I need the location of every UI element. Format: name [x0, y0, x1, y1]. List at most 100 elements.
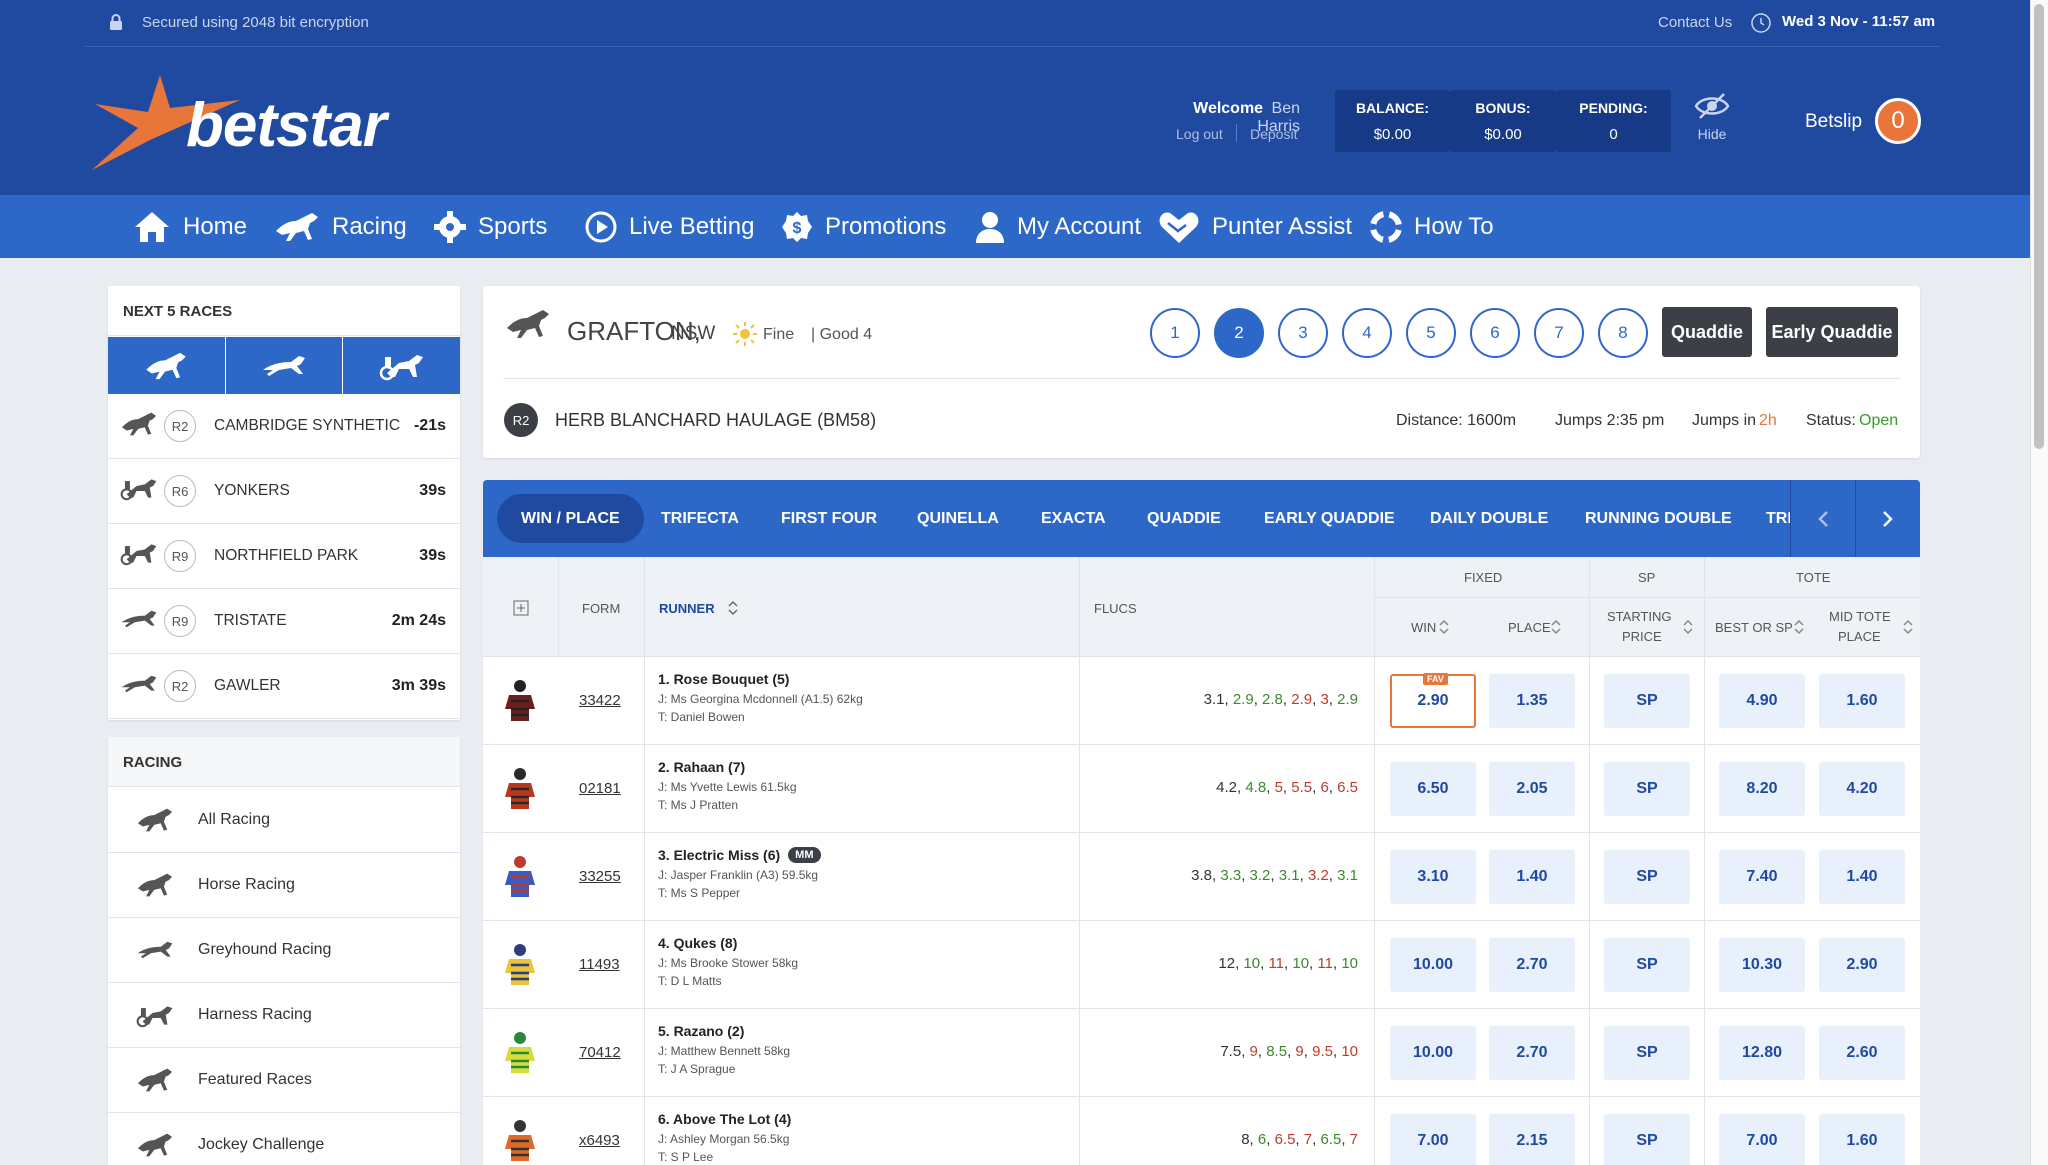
bet-tab[interactable]: WIN / PLACE [497, 494, 644, 543]
fixed-place-odds-button[interactable]: 1.35 [1489, 674, 1575, 728]
betstar-logo[interactable]: betstar [90, 70, 420, 175]
filter-harness[interactable] [343, 337, 460, 394]
balance-box[interactable]: BALANCE: $0.00 [1335, 90, 1450, 152]
deposit-link[interactable]: Deposit [1250, 126, 1297, 142]
tote-best-or-sp-button[interactable]: 10.30 [1719, 938, 1805, 992]
expand-all-icon[interactable] [513, 600, 529, 616]
race-number-button[interactable]: 4 [1342, 308, 1392, 358]
sort-icon[interactable] [728, 600, 738, 616]
bet-tab[interactable]: TRI [1766, 480, 1792, 557]
runner-info[interactable]: 6. Above The Lot (4) J: Ashley Morgan 56.… [658, 1111, 791, 1164]
starting-price-button[interactable]: SP [1604, 1114, 1690, 1165]
fixed-win-odds-button[interactable]: 10.00 [1390, 938, 1476, 992]
nav-home[interactable]: Home [133, 195, 247, 258]
sort-icon[interactable] [1903, 619, 1913, 635]
racing-menu-item[interactable]: All Racing [108, 788, 460, 853]
early-quaddie-button[interactable]: Early Quaddie [1766, 307, 1898, 357]
starting-price-button[interactable]: SP [1604, 850, 1690, 904]
race-number-button[interactable]: 2 [1214, 308, 1264, 358]
nav-how-to[interactable]: How To [1370, 195, 1494, 258]
bet-tab[interactable]: QUADDIE [1147, 480, 1221, 557]
contact-link[interactable]: Contact Us [1658, 14, 1732, 31]
fixed-win-odds-button[interactable]: 7.00 [1390, 1114, 1476, 1165]
next-race-row[interactable]: R9 TRISTATE 2m 24s [108, 589, 460, 654]
fixed-win-odds-button[interactable]: 6.50 [1390, 762, 1476, 816]
filter-horse[interactable] [108, 337, 226, 394]
fixed-win-odds-button[interactable]: 10.00 [1390, 1026, 1476, 1080]
racing-menu-item[interactable]: Harness Racing [108, 983, 460, 1048]
tote-best-or-sp-button[interactable]: 12.80 [1719, 1026, 1805, 1080]
tote-best-or-sp-button[interactable]: 8.20 [1719, 762, 1805, 816]
tabs-prev-button[interactable] [1790, 480, 1855, 557]
runner-form[interactable]: 33422 [579, 692, 621, 709]
race-number-button[interactable]: 1 [1150, 308, 1200, 358]
runner-form[interactable]: 11493 [579, 956, 620, 973]
fixed-win-odds-button[interactable]: 2.90 FAV [1390, 673, 1476, 728]
filter-greyhound[interactable] [226, 337, 344, 394]
nav-live-betting[interactable]: Live Betting [585, 195, 754, 258]
next-race-row[interactable]: R2 CAMBRIDGE SYNTHETIC -21s [108, 394, 460, 459]
sort-icon[interactable] [1683, 619, 1693, 635]
fixed-win-odds-button[interactable]: 3.10 [1390, 850, 1476, 904]
fixed-place-odds-button[interactable]: 1.40 [1489, 850, 1575, 904]
scrollbar-thumb[interactable] [2034, 4, 2044, 449]
race-number-button[interactable]: 3 [1278, 308, 1328, 358]
header-place[interactable]: PLACE [1508, 620, 1551, 635]
hide-balance-toggle[interactable]: Hide [1690, 92, 1734, 142]
bonus-box[interactable]: BONUS: $0.00 [1450, 90, 1556, 152]
bet-tab[interactable]: TRIFECTA [661, 480, 739, 557]
next-race-row[interactable]: R2 GAWLER 3m 39s [108, 654, 460, 719]
runner-form[interactable]: 02181 [579, 780, 621, 797]
header-win[interactable]: WIN [1411, 620, 1436, 635]
logout-link[interactable]: Log out [1176, 126, 1223, 142]
tote-mid-place-button[interactable]: 4.20 [1819, 762, 1905, 816]
nav-racing[interactable]: Racing [274, 195, 407, 258]
runner-info[interactable]: 1. Rose Bouquet (5) J: Ms Georgina Mcdonn… [658, 671, 863, 724]
nav-sports[interactable]: Sports [434, 195, 547, 258]
fixed-place-odds-button[interactable]: 2.70 [1489, 938, 1575, 992]
racing-menu-item[interactable]: Horse Racing [108, 853, 460, 918]
tote-mid-place-button[interactable]: 1.60 [1819, 674, 1905, 728]
tote-mid-place-button[interactable]: 2.60 [1819, 1026, 1905, 1080]
nav-promotions[interactable]: $ Promotions [781, 195, 946, 258]
sort-icon[interactable] [1551, 619, 1561, 635]
tote-mid-place-button[interactable]: 2.90 [1819, 938, 1905, 992]
race-number-button[interactable]: 8 [1598, 308, 1648, 358]
runner-form[interactable]: 70412 [579, 1044, 621, 1061]
bet-tab[interactable]: EXACTA [1041, 480, 1106, 557]
fixed-place-odds-button[interactable]: 2.70 [1489, 1026, 1575, 1080]
racing-menu-item[interactable]: Jockey Challenge [108, 1113, 460, 1165]
pending-box[interactable]: PENDING: 0 [1556, 90, 1671, 152]
next-race-row[interactable]: R6 YONKERS 39s [108, 459, 460, 524]
race-number-button[interactable]: 7 [1534, 308, 1584, 358]
tote-best-or-sp-button[interactable]: 4.90 [1719, 674, 1805, 728]
sort-icon[interactable] [1439, 619, 1449, 635]
header-runner[interactable]: RUNNER [659, 601, 715, 616]
bet-tab[interactable]: QUINELLA [917, 480, 999, 557]
race-number-button[interactable]: 5 [1406, 308, 1456, 358]
bet-tab[interactable]: FIRST FOUR [781, 480, 877, 557]
runner-info[interactable]: 5. Razano (2) J: Matthew Bennett 58kg T: J… [658, 1023, 790, 1076]
quaddie-button[interactable]: Quaddie [1662, 307, 1752, 357]
runner-form[interactable]: x6493 [579, 1132, 620, 1149]
tote-best-or-sp-button[interactable]: 7.00 [1719, 1114, 1805, 1165]
bet-tab[interactable]: DAILY DOUBLE [1430, 480, 1548, 557]
betslip-button[interactable]: Betslip 0 [1805, 98, 1925, 146]
nav-punter-assist[interactable]: Punter Assist [1158, 195, 1352, 258]
bet-tab[interactable]: RUNNING DOUBLE [1585, 480, 1732, 557]
racing-menu-item[interactable]: Greyhound Racing [108, 918, 460, 983]
starting-price-button[interactable]: SP [1604, 938, 1690, 992]
runner-info[interactable]: 4. Qukes (8) J: Ms Brooke Stower 58kg T: D… [658, 935, 798, 988]
runner-info[interactable]: 2. Rahaan (7) J: Ms Yvette Lewis 61.5kg T:… [658, 759, 797, 812]
fixed-place-odds-button[interactable]: 2.05 [1489, 762, 1575, 816]
bet-tab[interactable]: EARLY QUADDIE [1264, 480, 1395, 557]
nav-my-account[interactable]: My Account [975, 195, 1141, 258]
next-race-row[interactable]: R9 NORTHFIELD PARK 39s [108, 524, 460, 589]
fixed-place-odds-button[interactable]: 2.15 [1489, 1114, 1575, 1165]
tote-mid-place-button[interactable]: 1.40 [1819, 850, 1905, 904]
runner-form[interactable]: 33255 [579, 868, 621, 885]
tabs-next-button[interactable] [1855, 480, 1920, 557]
header-best-or-sp[interactable]: BEST OR SP [1715, 620, 1793, 635]
runner-info[interactable]: 3. Electric Miss (6) MM J: Jasper Franklin… [658, 847, 821, 900]
tote-mid-place-button[interactable]: 1.60 [1819, 1114, 1905, 1165]
